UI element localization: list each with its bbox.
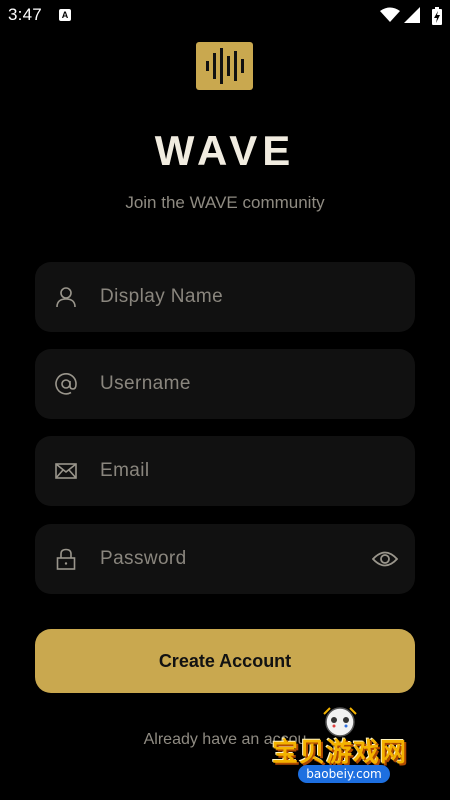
username-input[interactable]	[100, 349, 360, 419]
watermark-url: baobeiy.com	[298, 765, 390, 783]
a-letter-icon: A	[59, 9, 71, 21]
eye-icon[interactable]	[371, 549, 399, 569]
soundwave-logo-icon	[196, 42, 253, 90]
subtitle: Join the WAVE community	[125, 193, 325, 212]
password-input[interactable]	[100, 524, 360, 594]
email-input[interactable]	[100, 436, 360, 506]
wifi-icon	[380, 7, 400, 22]
create-account-button[interactable]: Create Account	[35, 629, 415, 693]
status-time: 3:47	[8, 5, 42, 24]
at-sign-icon	[55, 373, 77, 395]
watermark: 宝贝游戏网 baobeiy.com	[270, 706, 420, 791]
status-bar: 3:47 A	[0, 0, 450, 32]
app-title: WAVE	[154, 127, 296, 174]
display-name-input[interactable]	[100, 262, 360, 332]
display-name-field[interactable]	[35, 262, 415, 332]
email-field[interactable]	[35, 436, 415, 506]
envelope-icon	[55, 460, 77, 482]
lock-icon	[55, 548, 77, 570]
password-field[interactable]	[35, 524, 415, 594]
person-icon	[55, 286, 77, 308]
signal-icon	[404, 7, 420, 23]
username-field[interactable]	[35, 349, 415, 419]
battery-charging-icon	[432, 7, 442, 25]
watermark-text: 宝贝游戏网	[272, 738, 408, 768]
